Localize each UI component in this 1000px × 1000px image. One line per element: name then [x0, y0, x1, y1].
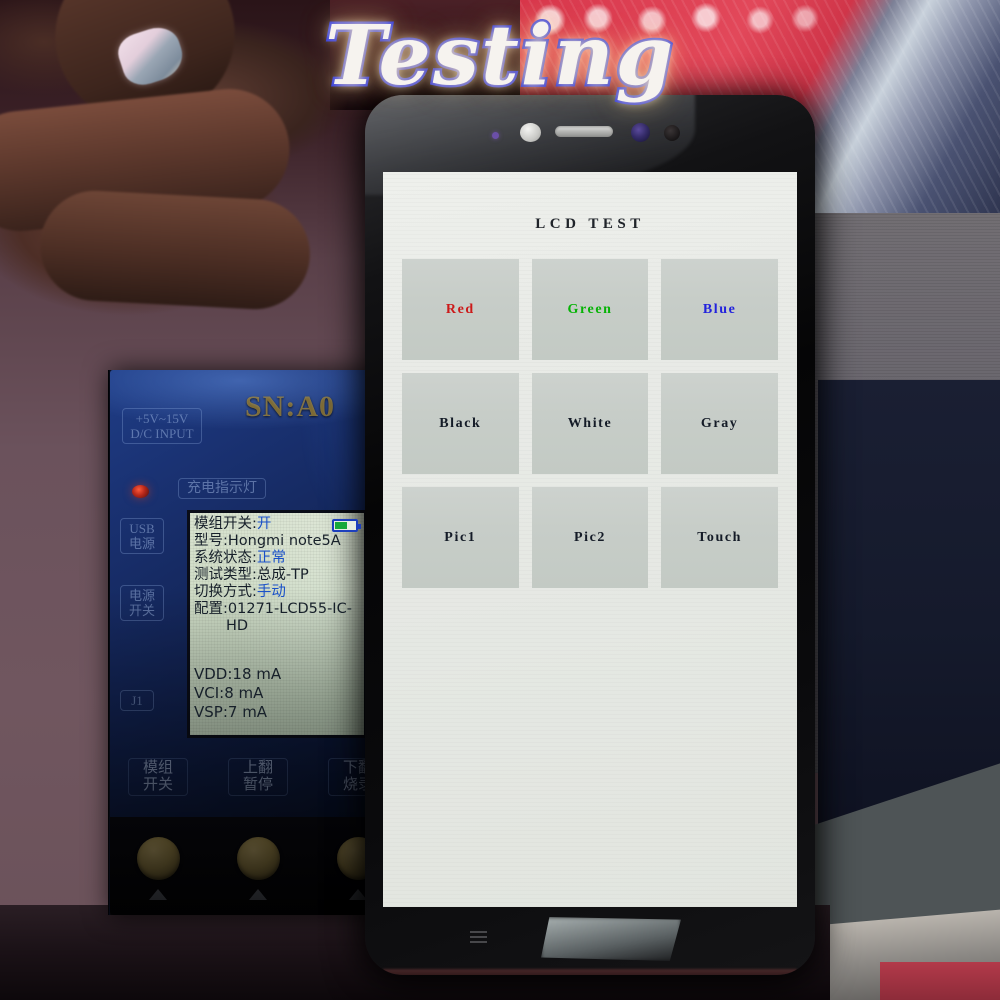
tester-button-label-module-switch: 模组 开关 [128, 758, 188, 796]
tile-label: Pic1 [444, 529, 477, 545]
row-key: 测试类型: [194, 567, 257, 583]
lcd-test-button-grid: Red Green Blue Black White Gray Pic1 Pic… [402, 259, 778, 588]
tester-display-spacer [194, 635, 364, 665]
lcd-test-tile-pic1[interactable]: Pic1 [402, 487, 519, 588]
tester-config-wrap: HD [226, 618, 249, 634]
background-red-patch [880, 962, 1000, 1000]
proximity-sensor-icon [520, 123, 541, 142]
row-value: 总成-TP [256, 567, 309, 583]
lcd-test-tile-pic2[interactable]: Pic2 [531, 487, 649, 588]
triangle-marker-icon [149, 889, 167, 900]
current-vdd: VDD:18 mA [194, 665, 282, 683]
tester-button-page-up-pause[interactable] [237, 837, 280, 880]
tester-button-module-switch[interactable] [137, 837, 180, 880]
triangle-marker-icon [249, 889, 267, 900]
tile-label: Black [439, 415, 482, 431]
tester-usb-power-label: USB 电源 [120, 518, 164, 554]
row-key: 型号: [194, 533, 228, 549]
watermark-title: Testing [323, 6, 676, 107]
earpiece-speaker-icon [555, 126, 613, 137]
battery-icon [332, 519, 361, 532]
menu-icon[interactable] [470, 931, 487, 943]
charge-indicator-led [132, 485, 149, 498]
tile-label: Blue [702, 301, 737, 317]
bezel-reflection [541, 917, 681, 961]
tester-display-row: 配置:01271-LCD55-IC- [194, 601, 364, 618]
tile-label: Green [567, 301, 613, 317]
tester-power-switch-label: 电源 开关 [120, 585, 164, 621]
phone-top-bezel [365, 95, 815, 172]
lcd-test-tile-blue[interactable]: Blue [661, 259, 778, 360]
tile-label: Red [445, 301, 475, 317]
tester-display-row: 系统状态:正常 [194, 550, 364, 567]
row-key: 系统状态: [194, 550, 257, 566]
tester-lcd-display: 模组开关:开 型号:Hongmi note5A 系统状态:正常 测试类型:总成-… [187, 510, 367, 738]
lcd-test-tile-touch[interactable]: Touch [661, 487, 778, 588]
tile-label: Gray [700, 415, 739, 431]
tester-current-readouts: VDD:18 mA VCI:8 mA VSP:7 mA [194, 665, 364, 722]
row-key: 模组开关: [194, 516, 257, 532]
page-title: LCD TEST [535, 216, 645, 232]
finger [37, 188, 313, 312]
current-vci: VCI:8 mA [194, 684, 264, 702]
tester-display-row: 切换方式:手动 [194, 584, 364, 601]
row-key: 配置: [194, 601, 228, 617]
row-value: 01271-LCD55-IC- [227, 601, 352, 617]
lcd-test-tile-white[interactable]: White [531, 373, 649, 474]
row-value: 手动 [256, 584, 286, 600]
phone-screen: LCD TEST Red Green Blue Black White Gray… [383, 172, 797, 907]
tile-label: Touch [697, 529, 743, 545]
notification-led-icon [492, 132, 499, 139]
row-value: Hongmi note5A [227, 533, 341, 549]
tester-charge-indicator-label: 充电指示灯 [178, 478, 266, 499]
front-camera-icon [631, 123, 650, 142]
phone-bottom-edge [383, 969, 797, 975]
phone-bottom-bezel [365, 907, 815, 975]
row-key: 切换方式: [194, 584, 257, 600]
lcd-test-tile-black[interactable]: Black [402, 373, 519, 474]
lcd-test-tile-gray[interactable]: Gray [661, 373, 778, 474]
tester-display-row: 型号:Hongmi note5A [194, 533, 364, 550]
current-vsp: VSP:7 mA [194, 703, 268, 721]
tester-display-content: 模组开关:开 型号:Hongmi note5A 系统状态:正常 测试类型:总成-… [190, 513, 364, 722]
tester-display-row: 测试类型:总成-TP [194, 567, 364, 584]
row-value: 正常 [256, 550, 286, 566]
tile-label: White [567, 415, 613, 431]
lcd-test-tile-green[interactable]: Green [531, 259, 649, 360]
tester-dc-input-label: +5V~15V D/C INPUT [122, 408, 202, 444]
row-value: 开 [256, 516, 272, 532]
tester-button-label-page-up-pause: 上翻 暂停 [228, 758, 288, 796]
lcd-test-tile-red[interactable]: Red [402, 259, 519, 360]
tester-j1-label: J1 [120, 690, 154, 711]
phone-device: LCD TEST Red Green Blue Black White Gray… [365, 95, 815, 975]
tile-label: Pic2 [573, 529, 607, 545]
screenshot-stage: SN:A0 +5V~15V D/C INPUT 充电指示灯 USB 电源 电源 … [0, 0, 1000, 1000]
ambient-light-sensor-icon [664, 125, 680, 141]
